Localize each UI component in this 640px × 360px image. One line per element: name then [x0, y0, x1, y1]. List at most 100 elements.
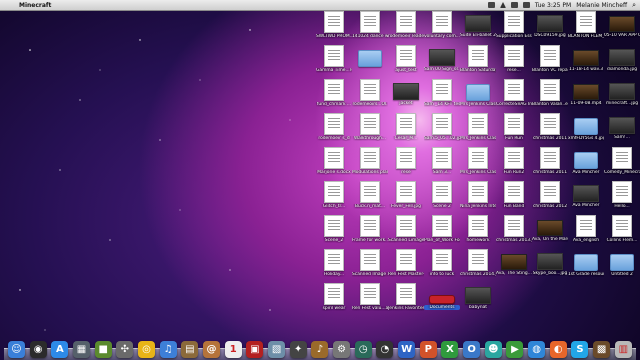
- desktop-file-icon[interactable]: Nina Jenkins Interview: [460, 181, 496, 215]
- minecraft-block-icon[interactable]: ▩: [593, 341, 611, 358]
- outlook-icon[interactable]: O: [463, 341, 481, 358]
- desktop-file-icon[interactable]: Buck.n_mat...: [352, 181, 388, 215]
- spotlight-icon[interactable]: ⌕: [632, 1, 636, 10]
- desktop-file-icon[interactable]: Ren Fest valu...al Sit: [352, 283, 388, 317]
- desktop-file-icon[interactable]: Fun Band: [496, 181, 532, 215]
- desktop-file-icon[interactable]: Scanned Limage.jpeg: [388, 215, 424, 249]
- messenger-icon[interactable]: ☻: [484, 341, 502, 358]
- desktop-file-icon[interactable]: Supplication Essay 05...: [496, 11, 532, 45]
- desktop-file-icon[interactable]: Collins Flem...: [604, 215, 640, 249]
- desktop-file-icon[interactable]: BLANTON FLEM_ WENT: [568, 11, 604, 45]
- address-book-icon[interactable]: @: [203, 341, 221, 358]
- desktop-file-icon[interactable]: Ava_english: [568, 215, 604, 249]
- desktop-file-icon[interactable]: christmas 2012: [532, 181, 568, 215]
- itunes-icon[interactable]: ♫: [159, 341, 177, 358]
- desktop-file-icon[interactable]: homework: [460, 215, 496, 249]
- desktop-file-icon[interactable]: SWLTWD PROM...(5): [316, 11, 352, 45]
- apple-menu-icon[interactable]: [5, 1, 13, 9]
- desktop-file-icon[interactable]: voluntary com...: [424, 11, 460, 45]
- desktop-file-icon[interactable]: Holiday...: [316, 249, 352, 283]
- desktop-file-icon[interactable]: Comedy_Minecraft: [604, 147, 640, 181]
- desktop-file-icon[interactable]: Mrs_Jenkins Class: [460, 113, 496, 147]
- desktop-file-icon[interactable]: minecraft...jpg: [604, 79, 640, 113]
- desktop-file-icon[interactable]: Sam _14 KFT test4: [424, 79, 460, 113]
- trash-icon[interactable]: ▥: [614, 341, 632, 358]
- powerpoint-icon[interactable]: P: [419, 341, 437, 358]
- desktop-file-icon[interactable]: Documents: [424, 283, 460, 317]
- menubar-clock[interactable]: Tue 3:25 PM: [535, 2, 571, 9]
- firefox-icon[interactable]: ◐: [549, 341, 567, 358]
- desktop-file-icon[interactable]: 05-10 VAR APP C...2.pdf: [604, 11, 640, 45]
- desktop-file-icon[interactable]: rese...: [496, 45, 532, 79]
- menubar-user[interactable]: Melanie Mincheff: [576, 2, 627, 9]
- status-icon[interactable]: [487, 2, 495, 8]
- desktop-file-icon[interactable]: [352, 45, 388, 79]
- desktop-file-icon[interactable]: Modulations plan_work...: [352, 147, 388, 181]
- time-machine-icon[interactable]: ◷: [354, 341, 372, 358]
- desktop-file-icon[interactable]: Ren Fest Master-1: [388, 249, 424, 283]
- photo-booth-icon[interactable]: ▣: [246, 341, 264, 358]
- desktop-file-icon[interactable]: christmas 2011: [532, 113, 568, 147]
- desktop-file-icon[interactable]: Sam!...: [604, 113, 640, 147]
- desktop-file-icon[interactable]: diamonda.jpg: [604, 45, 640, 79]
- volume-icon[interactable]: [522, 2, 530, 8]
- desktop-file-icon[interactable]: 141024 dance week...: [352, 11, 388, 45]
- desktop-file-icon[interactable]: Ava Mincher: [568, 147, 604, 181]
- desktop-file-icon[interactable]: Ava, On the March...2.MP4: [532, 215, 568, 249]
- desktop-file-icon[interactable]: rodemoeir s_d: [316, 113, 352, 147]
- game-icon[interactable]: ✦: [289, 341, 307, 358]
- desktop-file-icon[interactable]: spiril wear: [316, 283, 352, 317]
- desktop-file-icon[interactable]: christmas 2014.jpg: [460, 249, 496, 283]
- dashboard-icon[interactable]: ◉: [29, 341, 47, 358]
- desktop-file-icon[interactable]: Ava Mincher: [568, 181, 604, 215]
- system-preferences-icon[interactable]: ⚙: [333, 341, 351, 358]
- desktop-file-icon[interactable]: Mrs_Jenkins Class...: [460, 147, 496, 181]
- compass-icon[interactable]: ✣: [116, 341, 134, 358]
- desktop-file-icon[interactable]: jacket: [388, 79, 424, 113]
- skype-icon[interactable]: S: [571, 341, 589, 358]
- excel-icon[interactable]: X: [441, 341, 459, 358]
- desktop-file-icon[interactable]: Cesar_M...: [388, 113, 424, 147]
- desktop-file-icon[interactable]: Blanton Saturday 01: [460, 45, 496, 79]
- finder-icon[interactable]: ☺: [8, 341, 25, 358]
- wifi-icon[interactable]: [499, 2, 506, 8]
- desktop-file-icon[interactable]: Untitled 2: [604, 249, 640, 283]
- desktop-file-icon[interactable]: Sam.5_05...02.jpg: [424, 113, 460, 147]
- desktop-file-icon[interactable]: xmfFDY5Gs 4.jpg: [568, 113, 604, 147]
- calendar-icon[interactable]: 1: [224, 341, 242, 358]
- facetime-icon[interactable]: ▶: [506, 341, 524, 358]
- desktop-file-icon[interactable]: fund_chmark ...: [316, 79, 352, 113]
- chrome-icon[interactable]: ◎: [138, 341, 156, 358]
- guitar-icon[interactable]: ♪: [311, 341, 329, 358]
- desktop-file-icon[interactable]: 11-18-14 wav.3: [568, 45, 604, 79]
- desktop-file-icon[interactable]: christmas 2013.jpg: [496, 215, 532, 249]
- desktop-file-icon[interactable]: Frame for work...: [352, 215, 388, 249]
- desktop-file-icon[interactable]: Marjorie s.docx: [316, 147, 352, 181]
- desktop-file-icon[interactable]: Plan_of_Work Form-2: [424, 215, 460, 249]
- desktop-file-icon[interactable]: Skype_boo...jpg: [532, 249, 568, 283]
- stopwatch-icon[interactable]: ◔: [376, 341, 394, 358]
- desktop-file-icon[interactable]: Gamma Time...review: [316, 45, 352, 79]
- app-menu[interactable]: Minecraft: [19, 2, 51, 9]
- app-store-icon[interactable]: A: [51, 341, 69, 358]
- desktop-file-icon[interactable]: info to luck: [424, 249, 460, 283]
- desktop-file-icon[interactable]: DSC09159.jpg: [532, 11, 568, 45]
- desktop-file-icon[interactable]: Blanton Valan..email: [532, 79, 568, 113]
- desktop-file-icon[interactable]: Mrs Jenkins Class: [460, 79, 496, 113]
- desktop-file-icon[interactable]: christmas 2011: [532, 147, 568, 181]
- desktop-file-icon[interactable]: rodemoeir leadership...: [388, 11, 424, 45]
- desktop-file-icon[interactable]: 11-09-08.mp4: [568, 79, 604, 113]
- desktop-file-icon[interactable]: Scene_2: [316, 215, 352, 249]
- desktop-file-icon[interactable]: rese: [388, 147, 424, 181]
- desktop-file-icon[interactable]: 1st Grade resources: [568, 249, 604, 283]
- desktop-file-icon[interactable]: Blanton VC repar...1.6.13: [532, 45, 568, 79]
- desktop-file-icon[interactable]: Scene 2: [424, 181, 460, 215]
- preview-icon[interactable]: ▤: [181, 341, 199, 358]
- desktop-file-icon[interactable]: Scanned Image 2: [352, 249, 388, 283]
- minecraft-icon[interactable]: ■: [94, 341, 112, 358]
- desktop-file-icon[interactable]: CorrecteSVAG Intern...0420: [496, 79, 532, 113]
- desktop-file-icon[interactable]: Walkthrough...: [352, 113, 388, 147]
- desktop-file-icon[interactable]: Glitch_tr...: [316, 181, 352, 215]
- mission-control-icon[interactable]: ▦: [73, 341, 91, 358]
- iphoto-icon[interactable]: ▧: [268, 341, 286, 358]
